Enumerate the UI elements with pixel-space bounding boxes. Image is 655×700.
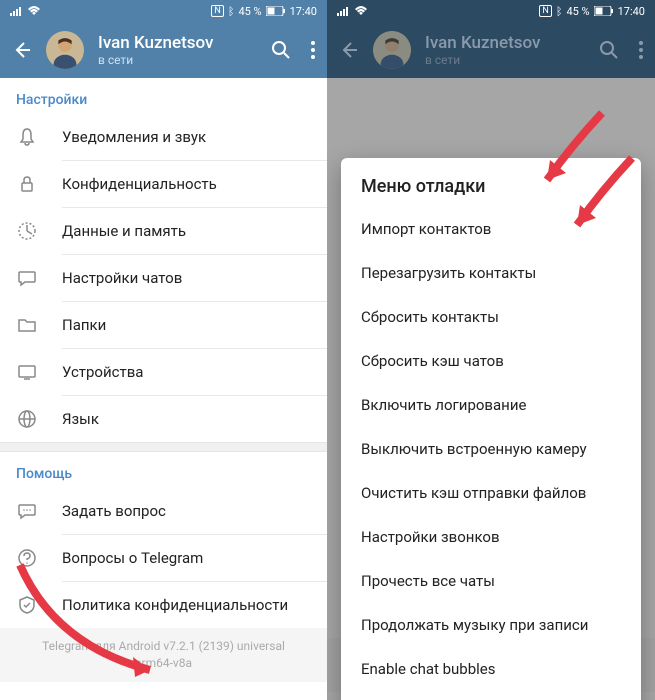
phone-debug-menu-screen: N ᛒ 45 % 17:40 Ivan Kuznetsov в сети — [327, 0, 655, 700]
list-label: Настройки чатов — [62, 269, 182, 287]
wifi-icon — [27, 6, 41, 16]
dialog-item-chat-bubbles[interactable]: Enable chat bubbles — [341, 647, 641, 691]
list-label: Задать вопрос — [62, 502, 166, 520]
item-privacy[interactable]: Конфиденциальность — [0, 161, 327, 207]
list-label: Уведомления и звук — [62, 128, 206, 146]
clock-time: 17:40 — [290, 5, 317, 18]
battery-icon — [594, 6, 614, 16]
phone-settings-screen: N ᛒ 45 % 17:40 Ivan Kuznetsov в сети — [0, 0, 327, 700]
nfc-indicator: N — [211, 5, 223, 17]
dialog-item-reset-chat-cache[interactable]: Сбросить кэш чатов — [341, 339, 641, 383]
status-bar: N ᛒ 45 % 17:40 — [0, 0, 327, 22]
user-status: в сети — [425, 53, 585, 67]
avatar — [373, 31, 411, 69]
user-name: Ivan Kuznetsov — [425, 33, 585, 53]
dialog-item-continue-music[interactable]: Продолжать музыку при записи — [341, 603, 641, 647]
back-arrow-icon — [12, 40, 32, 60]
dialog-item-disable-camera[interactable]: Выключить встроенную камеру — [341, 427, 641, 471]
bluetooth-icon: ᛒ — [556, 5, 563, 18]
globe-icon — [17, 409, 37, 429]
question-icon — [17, 548, 37, 568]
item-faq[interactable]: Вопросы о Telegram — [0, 535, 327, 581]
item-ask-question[interactable]: Задать вопрос — [0, 488, 327, 534]
item-devices[interactable]: Устройства — [0, 349, 327, 395]
list-label: Конфиденциальность — [62, 175, 217, 193]
user-info: Ivan Kuznetsov в сети — [425, 33, 585, 67]
dialog-item-read-all-chats[interactable]: Прочесть все чаты — [341, 559, 641, 603]
settings-header-dimmed: Ivan Kuznetsov в сети — [327, 22, 655, 78]
chat-question-icon — [17, 501, 37, 521]
devices-icon — [17, 362, 37, 382]
item-language[interactable]: Язык — [0, 396, 327, 442]
list-label: Политика конфиденциальности — [62, 596, 288, 614]
bell-icon — [17, 127, 37, 147]
data-icon — [17, 221, 37, 241]
list-label: Устройства — [62, 363, 143, 381]
search-icon[interactable] — [271, 40, 291, 60]
dialog-item-enable-logging[interactable]: Включить логирование — [341, 383, 641, 427]
list-label: Вопросы о Telegram — [62, 549, 203, 567]
nfc-indicator: N — [539, 5, 551, 17]
item-folders[interactable]: Папки — [0, 302, 327, 348]
user-name: Ivan Kuznetsov — [98, 33, 257, 53]
settings-content: Настройки Уведомления и звук Конфиденциа… — [0, 78, 327, 700]
lock-icon — [17, 174, 37, 194]
dialog-item-import-contacts[interactable]: Импорт контактов — [341, 207, 641, 251]
dialog-item-reload-contacts[interactable]: Перезагрузить контакты — [341, 251, 641, 295]
signal-icon — [337, 6, 351, 16]
list-label: Данные и память — [62, 222, 186, 240]
battery-percent: 45 % — [238, 5, 261, 18]
dialog-title: Меню отладки — [341, 176, 641, 207]
more-icon[interactable] — [311, 41, 315, 59]
status-bar: N ᛒ 45 % 17:40 — [327, 0, 655, 22]
user-info[interactable]: Ivan Kuznetsov в сети — [98, 33, 257, 67]
section-settings-title: Настройки — [0, 78, 327, 114]
avatar[interactable] — [46, 31, 84, 69]
signal-icon — [10, 6, 24, 16]
back-arrow-icon — [339, 40, 359, 60]
dialog-cancel-button[interactable]: ОТМЕНА — [341, 691, 641, 700]
item-data[interactable]: Данные и память — [0, 208, 327, 254]
chat-icon — [17, 268, 37, 288]
bluetooth-icon: ᛒ — [228, 5, 235, 18]
wifi-icon — [354, 6, 368, 16]
item-chat-settings[interactable]: Настройки чатов — [0, 255, 327, 301]
item-privacy-policy[interactable]: Политика конфиденциальности — [0, 582, 327, 628]
list-label: Язык — [62, 410, 99, 428]
shield-icon — [17, 595, 37, 615]
dialog-item-call-settings[interactable]: Настройки звонков — [341, 515, 641, 559]
back-button[interactable] — [12, 40, 32, 60]
debug-menu-dialog: Меню отладки Импорт контактов Перезагруз… — [341, 158, 641, 700]
back-button — [339, 40, 359, 60]
section-help-title: Помощь — [0, 452, 327, 488]
clock-time: 17:40 — [618, 5, 645, 18]
item-notifications[interactable]: Уведомления и звук — [0, 114, 327, 160]
settings-content-dimmed: Telegram для Android v7.2.1 (2139) unive… — [327, 78, 655, 700]
folder-icon — [17, 315, 37, 335]
more-icon — [639, 41, 643, 59]
version-text[interactable]: Telegram для Android v7.2.1 (2139) unive… — [0, 628, 327, 682]
settings-header: Ivan Kuznetsov в сети — [0, 22, 327, 78]
battery-percent: 45 % — [566, 5, 589, 18]
battery-icon — [266, 6, 286, 16]
list-label: Папки — [62, 316, 106, 334]
dialog-item-reset-contacts[interactable]: Сбросить контакты — [341, 295, 641, 339]
dialog-item-clear-upload-cache[interactable]: Очистить кэш отправки файлов — [341, 471, 641, 515]
user-status: в сети — [98, 53, 257, 67]
search-icon — [599, 40, 619, 60]
